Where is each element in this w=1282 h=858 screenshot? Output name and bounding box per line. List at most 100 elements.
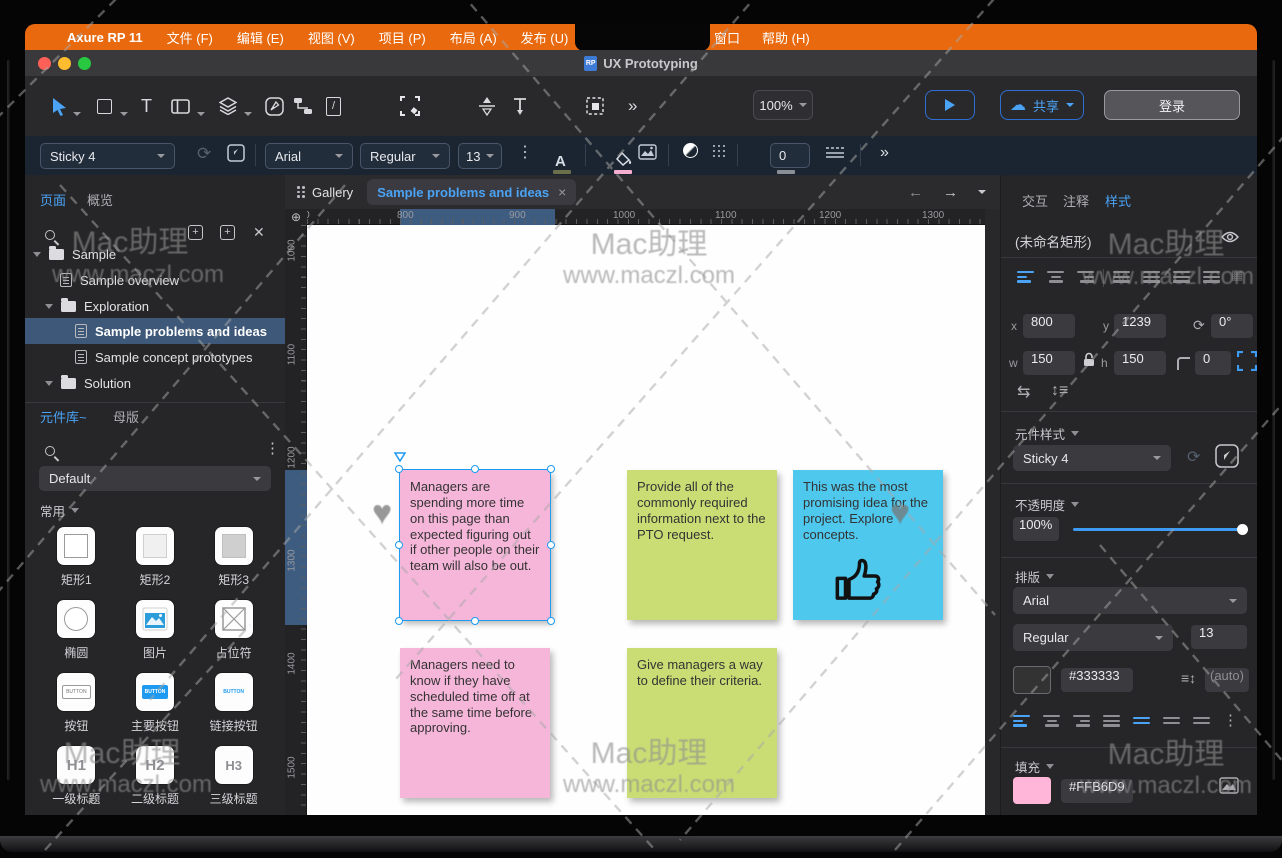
tree-item-sample-overview[interactable]: Sample overview (25, 267, 285, 293)
line-style-icon[interactable] (825, 145, 845, 162)
inspector-font-dropdown[interactable]: Arial (1013, 587, 1247, 614)
login-button[interactable]: 登录 (1104, 90, 1240, 120)
opacity-input[interactable]: 100% (1013, 517, 1059, 541)
opacity-slider[interactable] (1073, 528, 1245, 531)
vertical-scrollbar[interactable] (985, 209, 1000, 815)
selection-name[interactable]: (未命名矩形) (1015, 231, 1092, 251)
w-input[interactable]: 150 (1023, 351, 1075, 375)
resize-handle-ne[interactable] (547, 465, 555, 473)
select-tool-caret[interactable] (73, 102, 81, 126)
text-color-hex-input[interactable]: #333333 (1061, 668, 1133, 692)
connector-tool-icon[interactable] (293, 94, 313, 118)
style-preset-dropdown[interactable]: Sticky 4 (40, 143, 175, 169)
common-group-header[interactable]: 常用 (40, 501, 79, 520)
component-h1[interactable]: H1一级标题 (37, 746, 116, 810)
menu-project[interactable]: 项目 (P) (379, 28, 426, 47)
h-input[interactable]: 150 (1114, 351, 1166, 375)
font-size-dropdown[interactable]: 13 (458, 143, 502, 169)
tab-interactions[interactable]: 交互 (1022, 191, 1048, 210)
align-left-icon[interactable] (1017, 271, 1034, 283)
tab-widget-library[interactable]: 元件库~ (40, 407, 87, 426)
typography-more-icon[interactable]: ⋮ (1223, 711, 1238, 729)
pen-tool-icon[interactable] (265, 94, 284, 118)
image-fill-icon[interactable] (638, 144, 657, 164)
resize-handle-w[interactable] (395, 541, 403, 549)
resize-handle-nw[interactable] (395, 465, 403, 473)
shadow-icon[interactable] (683, 143, 698, 162)
snapshot-tool-icon[interactable]: / (326, 94, 341, 118)
flip-vertical-icon[interactable] (477, 94, 497, 118)
corner-radius-input[interactable]: 0 (1195, 351, 1231, 375)
text-color-icon[interactable]: A (555, 153, 566, 170)
layers-tool-icon[interactable] (219, 94, 237, 118)
resize-handle-se[interactable] (547, 617, 555, 625)
add-page-icon[interactable]: + (188, 225, 203, 240)
tab-notes[interactable]: 注释 (1063, 191, 1089, 210)
stylebar-more-icon[interactable]: » (880, 144, 889, 162)
style-picker-icon[interactable] (1215, 444, 1239, 473)
format-painter-icon[interactable] (227, 144, 245, 166)
menu-layout[interactable]: 布局 (A) (450, 28, 497, 47)
widget-style-section-header[interactable]: 元件样式 (1015, 424, 1079, 443)
fill-color-swatch[interactable] (1013, 777, 1051, 804)
group-icon[interactable] (585, 94, 605, 118)
select-tool-icon[interactable] (51, 94, 68, 118)
component-button[interactable]: BUTTON按钮 (37, 673, 116, 737)
expand-arrow-icon[interactable] (33, 252, 41, 257)
distribute-horizontal-icon[interactable] (1203, 271, 1220, 283)
close-window-button[interactable] (38, 57, 51, 70)
border-width-input[interactable]: 0 (770, 143, 810, 168)
vertical-align-top-icon[interactable] (1133, 717, 1150, 724)
sticky-note-managers-need[interactable]: Managers need to know if they have sched… (400, 648, 550, 798)
padding-horizontal-icon[interactable]: ⇆ (1017, 382, 1030, 402)
fill-image-icon[interactable] (1219, 777, 1239, 799)
text-align-right-icon[interactable] (1073, 715, 1090, 727)
menu-publish[interactable]: 发布 (U) (521, 28, 569, 47)
inspector-weight-dropdown[interactable]: Regular (1013, 624, 1173, 651)
gallery-handle[interactable]: Gallery (297, 185, 353, 200)
lock-ratio-icon[interactable] (1083, 352, 1095, 372)
resize-handle-sw[interactable] (395, 617, 403, 625)
widget-style-dropdown[interactable]: Sticky 4 (1013, 445, 1171, 471)
text-tool-icon[interactable]: T (141, 94, 152, 118)
history-forward-icon[interactable]: → (943, 184, 958, 201)
line-spacing-icon[interactable]: ↕≡ (1051, 382, 1068, 400)
zoom-control[interactable]: 100% (753, 90, 813, 120)
resize-handle-n[interactable] (471, 465, 479, 473)
component-rectangle3[interactable]: 矩形3 (194, 527, 273, 591)
rectangle-tool-caret[interactable] (120, 102, 128, 126)
pattern-icon[interactable] (711, 143, 728, 164)
collapse-all-icon[interactable]: ✕ (253, 224, 265, 241)
sticky-note-give-managers[interactable]: Give managers a way to define their crit… (627, 648, 777, 798)
update-widget-style-icon[interactable]: ⟳ (1187, 447, 1200, 467)
sticky-note-provide-info[interactable]: Provide all of the commonly required inf… (627, 470, 777, 620)
menu-edit[interactable]: 编辑 (E) (237, 28, 284, 47)
fill-color-icon[interactable] (616, 152, 633, 170)
marquee-select-icon[interactable] (400, 94, 420, 118)
history-back-icon[interactable]: ← (908, 184, 923, 201)
x-input[interactable]: 800 (1023, 314, 1075, 338)
text-color-swatch[interactable] (1013, 666, 1051, 694)
rotate-handle-icon[interactable] (394, 452, 406, 462)
text-style-more-icon[interactable]: ⋮ (517, 142, 533, 162)
resize-handle-s[interactable] (471, 617, 479, 625)
expand-arrow-icon[interactable] (45, 381, 53, 386)
corner-select-icon[interactable] (1237, 351, 1257, 376)
text-align-justify-icon[interactable] (1103, 715, 1120, 727)
component-primary-button[interactable]: BUTTON主要按钮 (116, 673, 195, 737)
menu-view[interactable]: 视图 (V) (308, 28, 355, 47)
library-search-icon[interactable] (45, 443, 55, 461)
align-center-icon[interactable] (1047, 271, 1064, 283)
component-link-button[interactable]: BUTTON链接按钮 (194, 673, 273, 737)
component-h3[interactable]: H3三级标题 (194, 746, 273, 810)
menu-file[interactable]: 文件 (F) (167, 28, 213, 47)
preview-button[interactable] (925, 90, 975, 120)
tree-item-sample[interactable]: Sample (25, 241, 285, 267)
component-rectangle1[interactable]: 矩形1 (37, 527, 116, 591)
menu-help[interactable]: 帮助 (H) (762, 28, 810, 47)
tab-overview[interactable]: 概览 (87, 190, 113, 209)
align-bottom-icon[interactable] (1173, 271, 1190, 283)
update-style-icon[interactable]: ⟳ (197, 144, 211, 164)
font-family-dropdown[interactable]: Arial (265, 143, 353, 169)
resize-handle-e[interactable] (547, 541, 555, 549)
